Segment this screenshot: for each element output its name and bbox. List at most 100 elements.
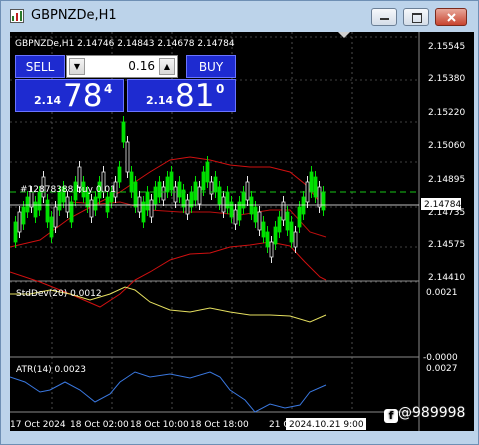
candle-body (253, 206, 258, 223)
candle-body (257, 211, 262, 231)
lot-size-field[interactable]: ▼ 0.16 ▲ (66, 55, 178, 78)
candle-body (273, 226, 278, 245)
candle-body (121, 121, 126, 143)
current-price-label: 2.14784 (424, 200, 461, 210)
candle-body (153, 186, 158, 205)
candle-body (65, 196, 70, 213)
candle-body (17, 211, 22, 233)
price-tick-label: 2.14575 (428, 240, 465, 250)
candle-body (269, 241, 274, 258)
candle-body (197, 186, 202, 205)
candle-body (129, 171, 134, 193)
candle-body (285, 211, 290, 231)
candle-body (313, 176, 318, 198)
candle-body (233, 209, 238, 225)
time-tick-label: 18 Oct 02:00 (70, 420, 129, 430)
candle-body (301, 196, 306, 215)
candle-body (45, 199, 50, 223)
lot-size-value: 0.16 (128, 59, 155, 73)
price-tick-label: 2.14410 (428, 273, 465, 283)
candle-body (145, 191, 150, 211)
candle-body (49, 216, 54, 238)
candle-body (241, 191, 246, 209)
candle-body (125, 141, 130, 173)
candle-body (133, 181, 138, 208)
one-click-trading-panel: SELL ▼ 0.16 ▲ BUY 2.14 78 4 2.14 81 0 (15, 55, 236, 114)
restore-button[interactable] (403, 8, 429, 26)
price-tick-label: 2.15060 (428, 141, 465, 151)
candle-body (117, 166, 122, 183)
candle-body (21, 206, 26, 225)
lot-increase-button[interactable]: ▲ (159, 58, 175, 75)
candle-body (33, 201, 38, 218)
candle-body (289, 221, 294, 243)
candle-body (321, 191, 326, 211)
buy-price[interactable]: 2.14 81 0 (127, 78, 236, 114)
candle-body (93, 196, 98, 211)
sell-button[interactable]: SELL (15, 55, 65, 78)
candle-body (165, 176, 170, 193)
close-icon (447, 13, 456, 22)
candle-body (297, 206, 302, 228)
time-axis: 17 Oct 2024 18 Oct 02:00 18 Oct 10:00 18 Oc… (10, 420, 295, 430)
candle-body (89, 199, 94, 218)
candle-body (221, 196, 226, 213)
price-tick-label: 2.14895 (428, 175, 465, 185)
chart-window: GBPNZDe,H1 GBPNZDe,H1 2.14746 2.14843 2.… (0, 0, 479, 445)
candle-body (229, 201, 234, 218)
price-tick-label: 2.15380 (428, 74, 465, 84)
candle-body (261, 221, 266, 238)
candle-body (157, 181, 162, 198)
sell-price-fraction: 4 (104, 82, 113, 96)
candle-body (225, 191, 230, 209)
time-tick-label: 18 Oct 10:00 (130, 420, 189, 430)
buy-price-fraction: 0 (216, 82, 225, 96)
stddev-label: StdDev(20) 0.0012 (16, 289, 102, 299)
candle-body (193, 181, 198, 201)
atr-line (10, 371, 327, 413)
candle-body (169, 171, 174, 191)
candle-body (185, 199, 190, 215)
candle-body (77, 166, 82, 188)
candle-body (309, 171, 314, 193)
candle-body (293, 231, 298, 248)
candle-body (317, 186, 322, 208)
time-cursor-label: 2024.10.21 9:00 (289, 420, 364, 430)
chart-window-icon (10, 9, 24, 23)
close-button[interactable] (435, 8, 467, 26)
atr-label: ATR(14) 0.0023 (16, 365, 86, 375)
candle-body (249, 196, 254, 215)
candle-body (217, 186, 222, 205)
sell-price[interactable]: 2.14 78 4 (15, 78, 124, 114)
candle-body (277, 216, 282, 233)
chevron-down-icon: ▼ (73, 62, 81, 71)
buy-button[interactable]: BUY (186, 55, 236, 78)
price-tick-label: 2.15545 (428, 42, 465, 52)
price-axis: 2.155452.153802.152202.150602.148952.147… (428, 42, 465, 283)
candle-body (213, 176, 218, 193)
candle-body (105, 196, 110, 213)
candle-body (25, 196, 30, 213)
lot-decrease-button[interactable]: ▼ (69, 58, 85, 75)
candle-body (265, 231, 270, 248)
upper-band (10, 156, 327, 248)
chevron-up-icon: ▲ (163, 62, 171, 71)
minimize-button[interactable] (371, 8, 397, 26)
candle-body (161, 186, 166, 201)
sell-price-prefix: 2.14 (34, 94, 62, 107)
buy-price-pips: 81 (175, 78, 215, 114)
order-label: #12878388 buy 0.01 (20, 185, 116, 195)
title-bar[interactable]: GBPNZDe,H1 (1, 1, 479, 31)
restore-icon (412, 13, 422, 23)
atr-axis-top: 0.0027 (426, 364, 458, 374)
buy-price-prefix: 2.14 (146, 94, 174, 107)
candle-body (205, 161, 210, 183)
candle-body (177, 181, 182, 198)
chart-header: GBPNZDe,H1 2.14746 2.14843 2.14678 2.147… (15, 39, 235, 49)
price-tick-label: 2.15220 (428, 108, 465, 118)
stddev-axis-top: 0.0021 (426, 288, 458, 298)
watermark: f @989998 (384, 405, 465, 423)
candle-body (181, 189, 186, 208)
candle-body (201, 171, 206, 191)
candle-body (137, 196, 142, 213)
